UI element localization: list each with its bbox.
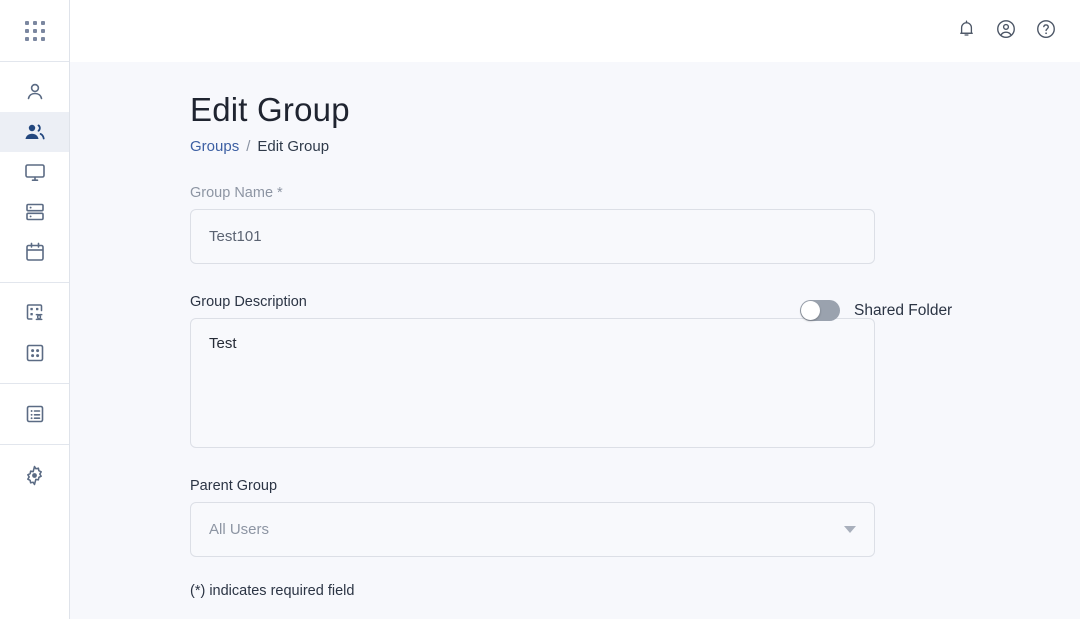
group-users-icon [22, 120, 47, 145]
parent-group-selected-value: All Users [209, 521, 270, 539]
sidebar-item-apps[interactable] [0, 333, 69, 373]
sidebar-item-directory[interactable] [0, 394, 69, 434]
calendar-icon [23, 240, 47, 264]
sidebar-item-calendar[interactable] [0, 232, 69, 272]
chevron-down-icon [844, 526, 856, 534]
top-bar-actions [952, 17, 1060, 45]
main-area: Edit Group Groups / Edit Group Group Nam… [70, 0, 1080, 619]
sidebar-item-users[interactable] [0, 72, 69, 112]
help-circle-icon [1035, 18, 1057, 45]
sidebar-item-devices[interactable] [0, 152, 69, 192]
edit-group-form: Group Name * Test101 Group Description T… [190, 185, 875, 599]
required-field-note: (*) indicates required field [190, 583, 355, 600]
breadcrumb-separator: / [246, 138, 251, 156]
rail-group-identity [0, 62, 69, 282]
sidebar-item-settings[interactable] [0, 455, 69, 495]
breadcrumb-link-groups[interactable]: Groups [190, 138, 239, 155]
monitor-icon [23, 160, 47, 184]
top-bar [70, 0, 1080, 62]
notifications-bell-icon [956, 18, 977, 44]
sidebar-item-sso-apps[interactable] [0, 293, 69, 333]
shared-folder-row: Shared Folder [800, 300, 952, 321]
page-title: Edit Group [190, 91, 350, 128]
shared-folder-toggle-knob [801, 301, 820, 320]
sidebar-item-groups[interactable] [0, 112, 69, 152]
help-button[interactable] [1032, 17, 1060, 45]
group-name-field: Group Name * Test101 [190, 185, 875, 265]
notifications-bell-button[interactable] [952, 17, 980, 45]
parent-group-field: Parent Group All Users [190, 478, 875, 558]
account-circle-icon [995, 18, 1017, 45]
rail-group-settings [0, 445, 69, 505]
user-icon [23, 80, 47, 104]
page-content: Edit Group Groups / Edit Group Group Nam… [70, 62, 1080, 619]
group-description-label: Group Description [190, 294, 307, 311]
parent-group-select[interactable]: All Users [190, 502, 875, 558]
group-description-field: Group Description Test [190, 294, 875, 449]
server-icon [23, 200, 47, 224]
app-root: Edit Group Groups / Edit Group Group Nam… [0, 0, 1080, 619]
rail-group-applications [0, 283, 69, 383]
list-icon [23, 402, 47, 426]
apps-grid-icon [24, 20, 46, 42]
group-name-input[interactable]: Test101 [190, 209, 875, 265]
parent-group-label: Parent Group [190, 478, 278, 495]
left-navigation-rail [0, 0, 70, 619]
breadcrumb-current: Edit Group [257, 138, 330, 156]
breadcrumb: Groups / Edit Group [190, 138, 1080, 155]
grid-square-icon [23, 341, 47, 365]
link-app-icon [23, 301, 47, 325]
group-description-input[interactable]: Test [190, 318, 875, 449]
account-button[interactable] [992, 17, 1020, 45]
gear-icon [22, 463, 47, 488]
app-launcher-button[interactable] [0, 0, 69, 61]
group-name-label: Group Name * [190, 185, 283, 202]
shared-folder-label: Shared Folder [854, 301, 953, 319]
rail-group-directory [0, 384, 69, 444]
sidebar-item-servers[interactable] [0, 192, 69, 232]
shared-folder-toggle[interactable] [800, 300, 840, 321]
